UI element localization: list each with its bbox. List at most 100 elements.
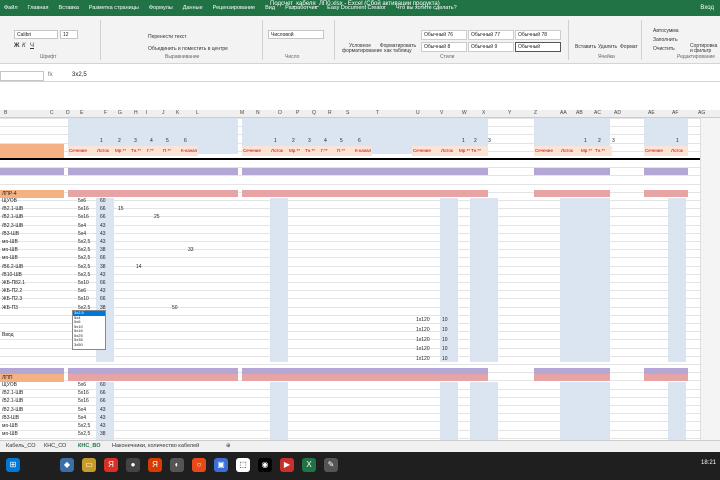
cross-section-cell[interactable]: 5х2,5: [78, 423, 90, 429]
tray-cell[interactable]: 66: [100, 398, 106, 404]
column-header[interactable]: V: [440, 110, 443, 116]
tray-cell[interactable]: 38: [100, 264, 106, 270]
app-icon[interactable]: ⬚: [236, 458, 250, 472]
column-header[interactable]: AE: [648, 110, 655, 116]
formula-input[interactable]: 3x2,5: [72, 71, 87, 81]
column-header[interactable]: X: [482, 110, 485, 116]
column-header[interactable]: W: [462, 110, 467, 116]
app-icon[interactable]: ◐: [170, 458, 184, 472]
tray-cell[interactable]: 66: [100, 255, 106, 261]
sheet-tab[interactable]: Кабель_СО: [6, 443, 36, 449]
cross-section-cell[interactable]: 5х2,5: [78, 272, 90, 278]
sheet-tab-active[interactable]: КНС_ВО: [78, 443, 100, 449]
name-box[interactable]: [0, 71, 44, 81]
cross-section-cell[interactable]: 1х120: [416, 317, 430, 323]
tab-insert[interactable]: Вставка: [58, 5, 78, 11]
cross-section-cell[interactable]: 5х2,5: [78, 255, 90, 261]
cross-section-cell[interactable]: 5х16: [78, 206, 89, 212]
tray-cell[interactable]: 66: [100, 296, 106, 302]
app-icon[interactable]: ◆: [60, 458, 74, 472]
tray-cell[interactable]: 43: [100, 423, 106, 429]
fx-icon[interactable]: fx: [48, 72, 53, 78]
column-header[interactable]: AC: [594, 110, 601, 116]
value-cell[interactable]: 15: [118, 206, 124, 212]
format-as-table-button[interactable]: Форматировать как таблицу: [378, 44, 418, 54]
tray-cell[interactable]: 60: [100, 198, 106, 204]
cross-section-cell[interactable]: 5х2,5: [78, 247, 90, 253]
autosum-button[interactable]: Автосумма: [653, 28, 679, 34]
app-icon[interactable]: Я: [148, 458, 162, 472]
browser-icon[interactable]: Я: [104, 458, 118, 472]
tray-cell[interactable]: 66: [100, 214, 106, 220]
insert-cells-button[interactable]: Вставить: [575, 44, 596, 50]
app-icon[interactable]: ●: [126, 458, 140, 472]
tray-cell[interactable]: 43: [100, 288, 106, 294]
column-header[interactable]: L: [196, 110, 199, 116]
cross-section-cell[interactable]: 1х120: [416, 327, 430, 333]
column-header[interactable]: B: [4, 110, 7, 116]
underline-button[interactable]: Ч: [30, 43, 34, 49]
style-normal-77[interactable]: Обычный 77: [468, 30, 514, 40]
sheet-tab[interactable]: Наконечники, количество кабелей: [112, 443, 199, 449]
tray-cell[interactable]: 66: [100, 390, 106, 396]
wrap-text-button[interactable]: Перенести текст: [148, 34, 187, 40]
column-header[interactable]: M: [240, 110, 244, 116]
tray-cell[interactable]: 10: [442, 346, 448, 352]
tray-cell[interactable]: 10: [442, 327, 448, 333]
tab-home[interactable]: Главная: [28, 5, 49, 11]
column-header[interactable]: AA: [560, 110, 567, 116]
cross-section-cell[interactable]: 5х2,5: [78, 264, 90, 270]
cross-section-cell[interactable]: 1х120: [416, 337, 430, 343]
style-normal-76[interactable]: Обычный 76: [421, 30, 467, 40]
app-icon[interactable]: ✎: [324, 458, 338, 472]
tray-cell[interactable]: 43: [100, 223, 106, 229]
cross-section-cell[interactable]: 5х16: [78, 398, 89, 404]
tab-page-layout[interactable]: Разметка страницы: [89, 5, 139, 11]
column-header[interactable]: Y: [508, 110, 511, 116]
app-icon[interactable]: ◉: [258, 458, 272, 472]
conditional-format-button[interactable]: Условное форматирование: [342, 44, 382, 54]
cross-section-cell[interactable]: 1х120: [416, 356, 430, 362]
value-cell[interactable]: 25: [154, 214, 160, 220]
start-icon[interactable]: ⊞: [6, 458, 20, 472]
column-header[interactable]: AG: [698, 110, 705, 116]
tab-file[interactable]: Файл: [4, 5, 18, 11]
merge-center-button[interactable]: Объединить и поместить в центре: [148, 46, 228, 52]
sort-filter-button[interactable]: Сортировка и фильтр: [690, 44, 720, 54]
column-header[interactable]: O: [278, 110, 282, 116]
app-icon[interactable]: ▣: [214, 458, 228, 472]
bold-button[interactable]: Ж: [14, 43, 19, 49]
tray-cell[interactable]: 38: [100, 431, 106, 437]
column-header[interactable]: F: [104, 110, 107, 116]
column-header[interactable]: U: [416, 110, 420, 116]
cross-section-cell[interactable]: 5х16: [78, 214, 89, 220]
value-cell[interactable]: 33: [188, 247, 194, 253]
font-size-select[interactable]: 12: [60, 30, 78, 39]
font-name-select[interactable]: Calibri: [14, 30, 58, 39]
tab-data[interactable]: Данные: [183, 5, 203, 11]
fill-button[interactable]: Заполнить: [653, 37, 678, 43]
style-normal[interactable]: Обычный: [515, 42, 561, 52]
tab-formulas[interactable]: Формулы: [149, 5, 173, 11]
style-normal-78[interactable]: Обычный 78: [515, 30, 561, 40]
column-header[interactable]: T: [376, 110, 379, 116]
tray-cell[interactable]: 10: [442, 337, 448, 343]
tray-cell[interactable]: 66: [100, 206, 106, 212]
cross-section-cell[interactable]: 5х4: [78, 223, 86, 229]
tray-cell[interactable]: 43: [100, 407, 106, 413]
cross-section-cell[interactable]: 5х10: [78, 280, 89, 286]
column-header[interactable]: P: [296, 110, 299, 116]
cross-section-cell[interactable]: 1х120: [416, 346, 430, 352]
format-cells-button[interactable]: Формат: [620, 44, 638, 50]
column-header[interactable]: N: [256, 110, 260, 116]
column-header[interactable]: K: [176, 110, 179, 116]
column-header[interactable]: Q: [312, 110, 316, 116]
delete-cells-button[interactable]: Удалить: [598, 44, 617, 50]
style-normal-9[interactable]: Обычный 9: [468, 42, 514, 52]
cross-section-cell[interactable]: 5х4: [78, 231, 86, 237]
column-header[interactable]: Z: [534, 110, 537, 116]
tray-cell[interactable]: 60: [100, 382, 106, 388]
clear-button[interactable]: Очистить: [653, 46, 675, 52]
sheet-tab[interactable]: КНС_СО: [44, 443, 66, 449]
column-header[interactable]: G: [118, 110, 122, 116]
